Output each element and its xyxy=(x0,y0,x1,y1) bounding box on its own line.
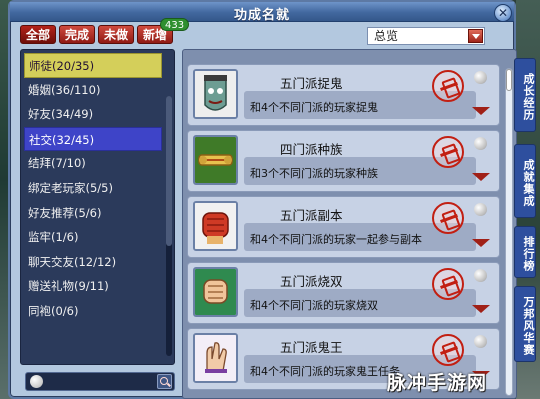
completed-seal-icon xyxy=(432,202,464,234)
achievement-scroll-thumb[interactable] xyxy=(506,69,512,91)
tab-unfinished[interactable]: 未做 xyxy=(98,25,134,44)
side-tab-growth[interactable]: 成长经历 xyxy=(514,58,536,132)
achievement-name: 四门派种族 xyxy=(280,142,343,157)
achievement-desc: 和4个不同门派的玩家一起参与副本 xyxy=(250,233,422,246)
category-item[interactable]: 绑定老玩家(5/5) xyxy=(24,176,162,201)
category-item[interactable]: 社交(32/45) xyxy=(24,126,162,152)
side-tab-achievements[interactable]: 成就集成 xyxy=(514,144,536,218)
fist-green-icon xyxy=(193,267,238,317)
overview-select[interactable]: 总览 xyxy=(367,27,485,45)
close-icon: ✕ xyxy=(497,6,509,20)
close-button[interactable]: ✕ xyxy=(494,4,512,22)
pearl-icon xyxy=(474,137,487,150)
completed-seal-icon xyxy=(432,70,464,102)
category-scrollbar[interactable] xyxy=(166,96,172,356)
new-count-badge: 433 xyxy=(160,18,190,31)
achievement-scrollbar[interactable] xyxy=(505,68,513,396)
search-bar xyxy=(25,372,175,391)
green-scroll-icon xyxy=(193,135,238,185)
category-item[interactable]: 师徒(20/35) xyxy=(24,53,162,78)
achievement-window: 功成名就 ✕ 全部 完成 未做 新增 433 总览 师徒(20/35) 婚姻(3… xyxy=(8,0,517,399)
achievement-desc: 和4个不同门派的玩家烧双 xyxy=(250,299,378,312)
achievement-item[interactable]: 四门派种族 和3个不同门派的玩家种族 xyxy=(187,130,500,192)
hand-icon xyxy=(193,333,238,383)
category-item[interactable]: 监牢(1/6) xyxy=(24,225,162,250)
expand-arrow-icon[interactable] xyxy=(472,173,490,181)
category-item[interactable]: 同袍(0/6) xyxy=(24,299,162,324)
achievement-name: 五门派捉鬼 xyxy=(280,76,343,91)
tab-completed[interactable]: 完成 xyxy=(59,25,95,44)
achievement-item[interactable]: 五门派捉鬼 和4个不同门派的玩家捉鬼 xyxy=(187,64,500,126)
category-item[interactable]: 结拜(7/10) xyxy=(24,151,162,176)
category-item[interactable]: 婚姻(36/110) xyxy=(24,78,162,103)
expand-arrow-icon[interactable] xyxy=(472,305,490,313)
achievement-item[interactable]: 五门派烧双 和4个不同门派的玩家烧双 xyxy=(187,262,500,324)
side-tab-ranking[interactable]: 排行榜 xyxy=(514,226,536,278)
category-item[interactable]: 聊天交友(12/12) xyxy=(24,250,162,275)
achievement-desc: 和3个不同门派的玩家种族 xyxy=(250,167,378,180)
overview-select-value: 总览 xyxy=(374,29,399,43)
category-item[interactable]: 赠送礼物(9/11) xyxy=(24,274,162,299)
ghost-face-icon xyxy=(193,69,238,119)
title-bar[interactable]: 功成名就 ✕ xyxy=(10,2,514,23)
pearl-icon xyxy=(474,203,487,216)
achievement-name: 五门派副本 xyxy=(280,208,343,223)
achievement-desc: 和4个不同门派的玩家捉鬼 xyxy=(250,101,378,114)
achievement-name: 五门派烧双 xyxy=(280,274,343,289)
pearl-icon xyxy=(474,71,487,84)
achievement-desc: 和4个不同门派的玩家鬼王任务 xyxy=(250,365,400,378)
category-list: 师徒(20/35) 婚姻(36/110) 好友(34/49) 社交(32/45)… xyxy=(24,53,162,324)
category-scroll-thumb[interactable] xyxy=(166,96,172,246)
tab-all[interactable]: 全部 xyxy=(20,25,56,44)
expand-arrow-icon[interactable] xyxy=(472,239,490,247)
expand-arrow-icon[interactable] xyxy=(472,107,490,115)
category-item[interactable]: 好友(34/49) xyxy=(24,102,162,127)
category-item[interactable]: 好友推荐(5/6) xyxy=(24,201,162,226)
red-fist-icon xyxy=(193,201,238,251)
completed-seal-icon xyxy=(432,136,464,168)
achievement-list: 五门派捉鬼 和4个不同门派的玩家捉鬼 四门派种族 和3个不同门派的玩家种族 五门… xyxy=(182,49,517,399)
side-tab-contest[interactable]: 万邦风华赛 xyxy=(514,286,536,362)
search-input[interactable] xyxy=(46,375,154,388)
achievement-name: 五门派鬼王 xyxy=(280,340,343,355)
pearl-icon xyxy=(474,335,487,348)
window-title: 功成名就 xyxy=(233,8,290,23)
category-panel: 师徒(20/35) 婚姻(36/110) 好友(34/49) 社交(32/45)… xyxy=(20,49,175,365)
achievement-item[interactable]: 五门派副本 和4个不同门派的玩家一起参与副本 xyxy=(187,196,500,258)
pearl-icon xyxy=(30,375,43,388)
search-button[interactable] xyxy=(157,374,172,389)
completed-seal-icon xyxy=(432,334,464,366)
site-watermark: 脉冲手游网 xyxy=(387,372,488,394)
dropdown-arrow-icon[interactable] xyxy=(468,29,483,43)
pearl-icon xyxy=(474,269,487,282)
filter-tabs: 全部 完成 未做 新增 xyxy=(20,25,173,44)
completed-seal-icon xyxy=(432,268,464,300)
